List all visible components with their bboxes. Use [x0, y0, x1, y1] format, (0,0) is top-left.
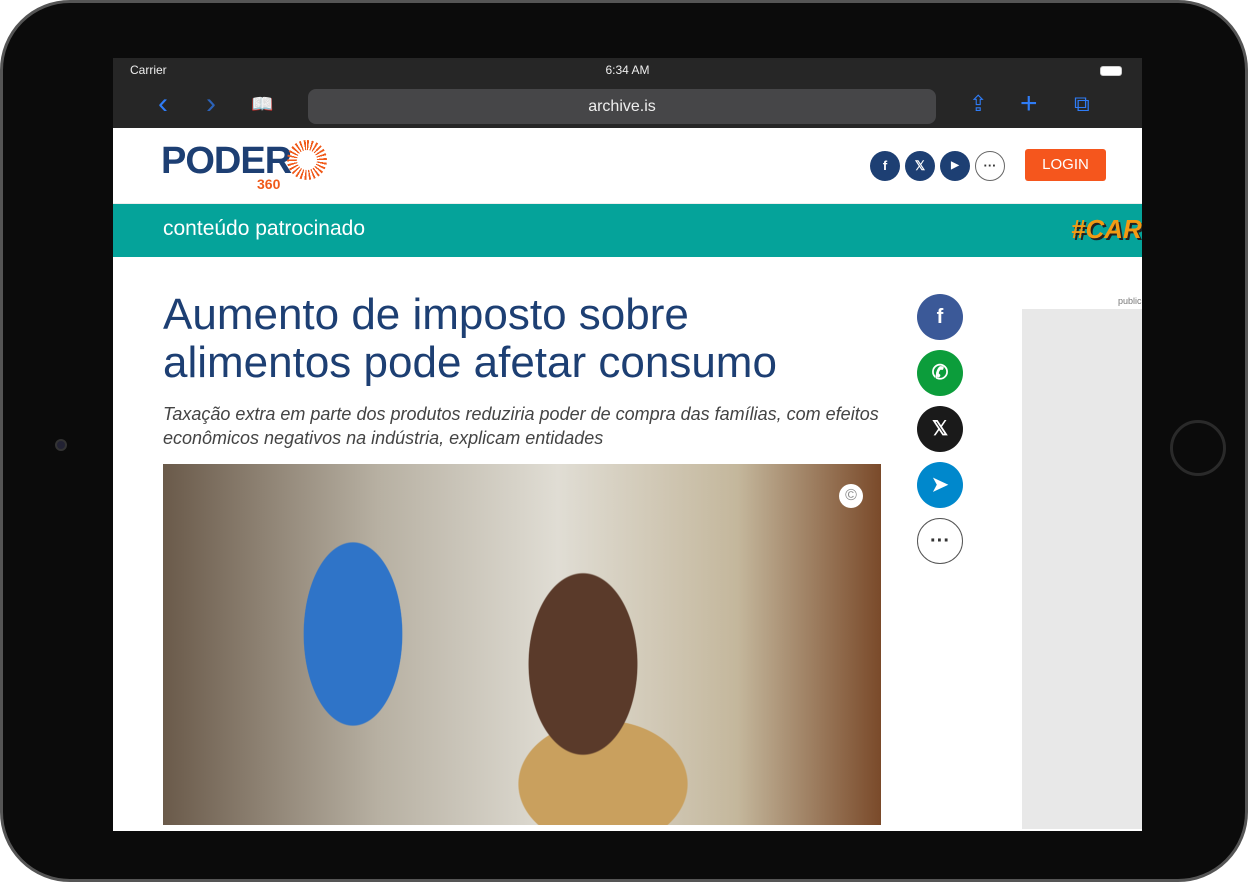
sponsored-label: conteúdo patrocinado — [163, 217, 365, 240]
logo-sub: 360 — [257, 176, 281, 192]
campaign-tag[interactable]: #CARI — [1071, 214, 1142, 245]
sponsored-band: conteúdo patrocinado #CARI — [113, 204, 1142, 257]
camera — [55, 439, 67, 451]
site-header: PODER 360 f 𝕏 ▶ ··· LOGIN — [113, 128, 1142, 204]
status-bar: Carrier 6:34 AM — [113, 58, 1142, 82]
battery-icon — [1100, 66, 1122, 76]
ipad-frame: Carrier 6:34 AM ‹ › 📖 archive.is ⇪ + ⧉ P… — [0, 0, 1248, 882]
x-icon[interactable]: 𝕏 — [905, 151, 935, 181]
screen: Carrier 6:34 AM ‹ › 📖 archive.is ⇪ + ⧉ P… — [113, 58, 1142, 831]
article-title: Aumento de imposto sobre alimentos pode … — [163, 290, 777, 387]
bookmarks-icon[interactable]: 📖 — [251, 90, 273, 118]
home-button[interactable] — [1170, 420, 1226, 476]
copyright-icon[interactable]: © — [839, 484, 863, 508]
share-telegram-icon[interactable]: ➤ — [917, 462, 963, 508]
share-more-icon[interactable]: ··· — [917, 518, 963, 564]
share-x-icon[interactable]: 𝕏 — [917, 406, 963, 452]
article-subtitle: Taxação extra em parte dos produtos redu… — [163, 404, 879, 448]
share-facebook-icon[interactable]: f — [917, 294, 963, 340]
sun-logo-icon — [287, 140, 327, 180]
login-button[interactable]: LOGIN — [1025, 149, 1106, 181]
clock: 6:34 AM — [605, 63, 650, 77]
ad-label: publicidade — [1118, 296, 1142, 306]
forward-icon[interactable]: › — [206, 89, 216, 119]
safari-toolbar: ‹ › 📖 archive.is ⇪ + ⧉ — [113, 82, 1142, 128]
article-photo: © — [163, 464, 881, 825]
back-icon[interactable]: ‹ — [158, 89, 168, 119]
poder360-logo[interactable]: PODER 360 — [161, 140, 292, 192]
youtube-icon[interactable]: ▶ — [940, 151, 970, 181]
ad-slot[interactable] — [1022, 309, 1142, 829]
more-icon[interactable]: ··· — [975, 151, 1005, 181]
share-whatsapp-icon[interactable]: ✆ — [917, 350, 963, 396]
tabs-icon[interactable]: ⧉ — [1074, 90, 1090, 118]
share-icon[interactable]: ⇪ — [969, 90, 987, 118]
facebook-icon[interactable]: f — [870, 151, 900, 181]
new-tab-icon[interactable]: + — [1020, 89, 1038, 119]
address-bar[interactable]: archive.is — [308, 89, 936, 124]
